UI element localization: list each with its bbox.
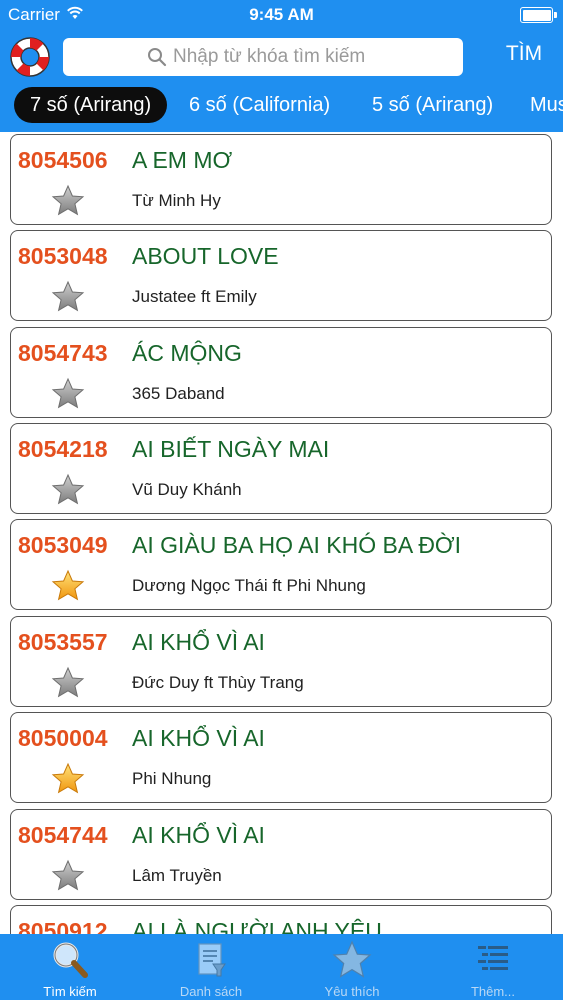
- song-title: A EM MƠ: [132, 147, 233, 173]
- song-artist: Phi Nhung: [132, 769, 212, 788]
- song-code: 8053557: [18, 629, 108, 655]
- clock: 9:45 AM: [249, 5, 314, 24]
- song-row[interactable]: 8053048 ABOUT LOVE Justatee ft Emily: [10, 230, 552, 321]
- tab-5-so-arirang[interactable]: 5 số (Arirang): [372, 87, 493, 123]
- song-title: ÁC MỘNG: [132, 340, 242, 366]
- tabbar-label: Thêm...: [470, 984, 516, 999]
- song-title: AI KHỔ VÌ AI: [132, 725, 265, 751]
- tabbar-item-search[interactable]: Tìm kiếm: [0, 934, 140, 1000]
- document-list-icon: [198, 943, 226, 977]
- more-list-icon: [478, 946, 508, 970]
- song-row[interactable]: 8054743 ÁC MỘNG 365 Daband: [10, 327, 552, 418]
- song-title: AI LÀ NGƯỜI ANH YÊU: [132, 918, 382, 934]
- tabbar-item-favorites[interactable]: Yêu thích: [282, 934, 422, 1000]
- song-artist: 365 Daband: [132, 384, 225, 403]
- category-tabs: 7 số (Arirang) 6 số (California) 5 số (A…: [0, 84, 563, 126]
- song-artist: Lâm Truyền: [132, 866, 222, 885]
- tab-6-so-california[interactable]: 6 số (California): [189, 87, 330, 123]
- song-title: AI GIÀU BA HỌ AI KHÓ BA ĐỜI: [132, 532, 462, 558]
- star-outline-icon[interactable]: [51, 666, 85, 700]
- song-artist: Từ Minh Hy: [132, 191, 221, 210]
- star-filled-icon[interactable]: [51, 569, 85, 603]
- song-code: 8050912: [18, 918, 108, 934]
- star-outline-icon[interactable]: [51, 280, 85, 314]
- song-row[interactable]: 8054744 AI KHỔ VÌ AI Lâm Truyền: [10, 809, 552, 900]
- song-row[interactable]: 8053049 AI GIÀU BA HỌ AI KHÓ BA ĐỜI Dươn…: [10, 519, 552, 610]
- song-list[interactable]: 8054506 A EM MƠ Từ Minh Hy 8053048 ABOUT…: [0, 132, 563, 934]
- song-title: ABOUT LOVE: [132, 243, 279, 269]
- song-row[interactable]: 8050912 AI LÀ NGƯỜI ANH YÊU: [10, 905, 552, 934]
- song-code: 8050004: [18, 725, 108, 751]
- song-row[interactable]: 8054506 A EM MƠ Từ Minh Hy: [10, 134, 552, 225]
- tabbar-label: Tìm kiếm: [43, 984, 97, 999]
- song-code: 8054743: [18, 340, 108, 366]
- star-outline-icon[interactable]: [51, 184, 85, 218]
- song-artist: Dương Ngọc Thái ft Phi Nhung: [132, 576, 366, 595]
- star-icon: [332, 940, 372, 978]
- search-box[interactable]: [63, 38, 463, 76]
- app-header: Carrier 9:45 AM TÌM 7 số (Arirang) 6 số …: [0, 0, 563, 132]
- song-artist: Justatee ft Emily: [132, 287, 257, 306]
- search-input[interactable]: [173, 42, 453, 72]
- bottom-tab-bar: Tìm kiếm Danh sách Yêu thích Thêm...: [0, 934, 563, 1000]
- song-artist: Đức Duy ft Thùy Trang: [132, 673, 304, 692]
- star-outline-icon[interactable]: [51, 377, 85, 411]
- song-title: AI KHỔ VÌ AI: [132, 629, 265, 655]
- song-row[interactable]: 8054218 AI BIẾT NGÀY MAI Vũ Duy Khánh: [10, 423, 552, 514]
- song-code: 8054218: [18, 436, 108, 462]
- tab-music[interactable]: Mus: [530, 87, 563, 123]
- battery-icon: [520, 7, 557, 23]
- tabbar-item-list[interactable]: Danh sách: [141, 934, 281, 1000]
- lifebuoy-icon[interactable]: [9, 36, 51, 78]
- tabbar-item-more[interactable]: Thêm...: [423, 934, 563, 1000]
- search-button[interactable]: TÌM: [492, 42, 556, 72]
- star-filled-icon[interactable]: [51, 762, 85, 796]
- song-title: AI BIẾT NGÀY MAI: [132, 436, 330, 462]
- song-code: 8053049: [18, 532, 108, 558]
- star-outline-icon[interactable]: [51, 473, 85, 507]
- magnifier-icon: [53, 942, 88, 978]
- tabbar-label: Danh sách: [179, 984, 243, 999]
- song-code: 8054506: [18, 147, 108, 173]
- tabbar-label: Yêu thích: [324, 984, 380, 999]
- star-outline-icon[interactable]: [51, 859, 85, 893]
- song-artist: Vũ Duy Khánh: [132, 480, 242, 499]
- search-icon: [148, 48, 167, 67]
- song-title: AI KHỔ VÌ AI: [132, 822, 265, 848]
- status-bar: Carrier 9:45 AM: [0, 0, 563, 30]
- tab-7-so-arirang[interactable]: 7 số (Arirang): [14, 87, 168, 123]
- song-row[interactable]: 8053557 AI KHỔ VÌ AI Đức Duy ft Thùy Tra…: [10, 616, 552, 707]
- song-code: 8053048: [18, 243, 108, 269]
- song-row[interactable]: 8050004 AI KHỔ VÌ AI Phi Nhung: [10, 712, 552, 803]
- song-code: 8054744: [18, 822, 108, 848]
